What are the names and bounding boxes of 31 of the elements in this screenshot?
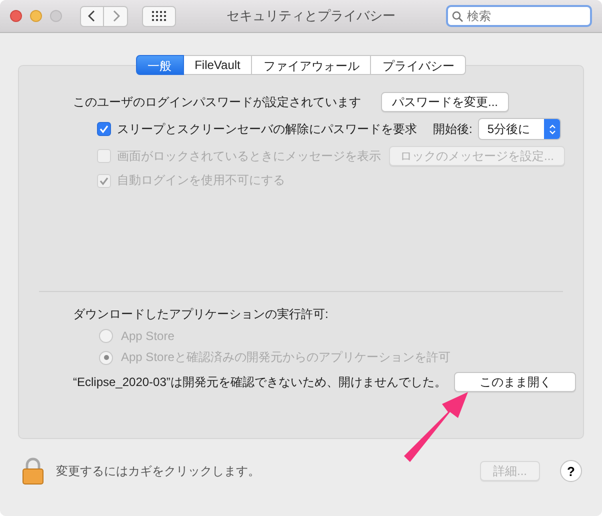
search-field[interactable]: 検索 (446, 5, 592, 27)
checkbox-label: スリープとスクリーンセーバの解除にパスワードを要求 (117, 120, 417, 138)
show-all-button[interactable] (142, 6, 176, 26)
back-chevron-icon (88, 10, 96, 22)
checkbox-label: 画面がロックされているときにメッセージを表示 (117, 148, 381, 164)
tab[interactable]: ファイアウォール (252, 55, 372, 75)
open-anyway-button[interactable]: このまま開く (454, 372, 576, 392)
tab[interactable]: FileVault (184, 55, 252, 75)
back-button[interactable] (80, 6, 104, 26)
password-status-text: このユーザのログインパスワードが設定されています (73, 94, 361, 110)
minimize-button[interactable] (30, 10, 42, 22)
close-button[interactable] (10, 10, 22, 22)
search-icon (452, 11, 463, 22)
checkbox[interactable] (97, 122, 111, 136)
change-password-button[interactable]: パスワードを変更... (381, 92, 510, 112)
checkbox-label: 自動ログインを使用不可にする (117, 172, 285, 189)
delay-dropdown[interactable]: 5分後に (478, 118, 562, 140)
tab[interactable]: プライバシー (371, 55, 466, 75)
help-button[interactable]: ? (560, 460, 582, 482)
forward-chevron-icon (112, 10, 120, 22)
window-title: セキュリティとプライバシー (226, 7, 396, 25)
blocked-app-message: “Eclipse_2020-03”は開発元を確認できないため、開けませんでした。 (73, 374, 446, 390)
grid-icon (152, 11, 166, 21)
lock-hint-text: 変更するにはカギをクリックします。 (56, 462, 261, 480)
downloads-heading: ダウンロードしたアプリケーションの実行許可: (73, 306, 330, 323)
stepper-arrows-icon (548, 124, 556, 134)
radio-label: App Storeと確認済みの開発元からのアプリケーションを許可 (121, 349, 450, 366)
delay-label: 開始後: (433, 120, 472, 138)
tab[interactable]: 一般 (136, 55, 184, 75)
lock-icon[interactable] (22, 457, 44, 485)
radio-label: App Store (121, 329, 174, 343)
